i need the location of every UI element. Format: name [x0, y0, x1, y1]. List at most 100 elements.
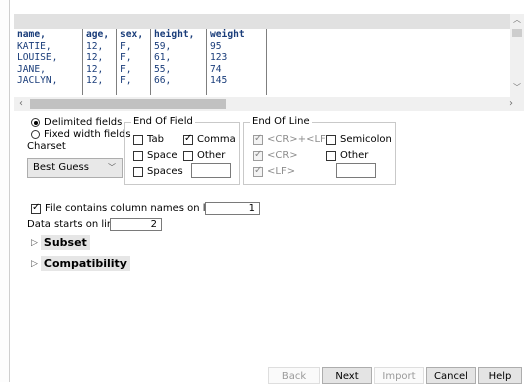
- preview-cell: F,: [120, 52, 132, 63]
- scroll-up-icon[interactable]: ︿: [510, 14, 524, 26]
- other-field-checkbox[interactable]: Other: [183, 150, 225, 161]
- preview-cell: 55,: [154, 63, 172, 75]
- preview-cell: F,: [120, 63, 132, 75]
- spaces-checkbox[interactable]: Spaces: [133, 166, 183, 177]
- preview-cell: 66,: [154, 75, 172, 86]
- preview-column: age, 12, 12, 12, 12,: [82, 29, 116, 95]
- preview-cell: JACLYN,: [17, 75, 58, 86]
- horizontal-scroll-thumb[interactable]: [30, 99, 226, 109]
- preview-cell: 12,: [86, 63, 104, 75]
- checkbox-checked-icon: [183, 133, 193, 145]
- cancel-button[interactable]: Cancel: [426, 367, 476, 384]
- data-preview-grid: name, KATIE, LOUISE, JANE, JACLYN, age, …: [14, 29, 510, 95]
- fixed-width-radio[interactable]: Fixed width fields: [31, 129, 131, 140]
- tab-checkbox[interactable]: Tab: [133, 134, 164, 145]
- preview-cell: JANE,: [17, 63, 46, 75]
- column-names-label: File contains column names on line:: [45, 203, 225, 214]
- comma-checkbox[interactable]: Comma: [183, 133, 236, 145]
- radio-unselected-icon: [31, 130, 40, 139]
- preview-cell: height,: [154, 29, 195, 40]
- space-label: Space: [147, 150, 178, 161]
- delimited-fields-radio[interactable]: Delimited fields: [31, 117, 122, 128]
- radio-selected-icon: [31, 118, 40, 127]
- preview-cell: 95: [210, 40, 222, 52]
- other-field-label: Other: [197, 150, 226, 161]
- charset-select[interactable]: Best Guess ﹀: [27, 158, 123, 178]
- scroll-right-icon[interactable]: ›: [504, 97, 518, 111]
- end-of-line-title: End Of Line: [250, 116, 312, 127]
- tab-label: Tab: [147, 134, 164, 145]
- lf-checkbox[interactable]: <LF>: [253, 165, 296, 177]
- checkbox-unchecked-icon: [183, 150, 193, 161]
- chevron-down-icon: ﹀: [108, 163, 116, 172]
- checkbox-unchecked-icon: [133, 166, 143, 177]
- other-line-checkbox[interactable]: Other: [326, 150, 368, 161]
- crlf-checkbox[interactable]: <CR>+<LF>: [253, 133, 335, 145]
- scroll-left-icon[interactable]: ‹: [14, 97, 28, 111]
- semicolon-checkbox[interactable]: Semicolon: [326, 134, 392, 145]
- checkbox-unchecked-icon: [326, 150, 336, 161]
- preview-cell: name,: [17, 29, 46, 40]
- checkbox-unchecked-icon: [133, 150, 143, 161]
- charset-label: Charset: [27, 141, 66, 152]
- preview-column: name, KATIE, LOUISE, JANE, JACLYN,: [14, 29, 82, 95]
- cr-checkbox[interactable]: <CR>: [253, 149, 298, 161]
- comma-label: Comma: [197, 134, 236, 145]
- subset-section-toggle[interactable]: ▷ Subset: [31, 235, 90, 250]
- cr-label: <CR>: [267, 150, 298, 161]
- preview-cell: weight: [210, 29, 245, 40]
- expand-triangle-icon: ▷: [31, 237, 38, 248]
- space-checkbox[interactable]: Space: [133, 150, 177, 161]
- charset-value: Best Guess: [33, 162, 89, 173]
- preview-column: sex, F, F, F, F,: [116, 29, 150, 95]
- preview-cell: 12,: [86, 75, 104, 86]
- semicolon-label: Semicolon: [340, 134, 392, 145]
- column-divider: [266, 29, 267, 95]
- delimited-fields-label: Delimited fields: [44, 117, 123, 128]
- fixed-width-label: Fixed width fields: [44, 129, 131, 140]
- checkbox-unchecked-icon: [133, 134, 143, 145]
- vertical-scroll-thumb[interactable]: [512, 29, 522, 37]
- preview-column: weight 95 123 74 145: [206, 29, 266, 95]
- subset-section-title: Subset: [40, 235, 90, 250]
- checkbox-checked-icon: [253, 133, 263, 145]
- column-names-checkbox[interactable]: File contains column names on line:: [31, 202, 225, 214]
- other-field-input[interactable]: [191, 163, 231, 178]
- preview-header-bar: [14, 14, 510, 29]
- checkbox-unchecked-icon: [326, 134, 336, 145]
- import-button[interactable]: Import: [374, 367, 424, 384]
- preview-cell: F,: [120, 40, 132, 52]
- preview-cell: 145: [210, 75, 228, 86]
- preview-cell: sex,: [120, 29, 144, 40]
- other-line-label: Other: [340, 150, 369, 161]
- next-button[interactable]: Next: [322, 367, 372, 384]
- checkbox-checked-icon: [31, 202, 41, 214]
- window-edge: [0, 0, 10, 382]
- preview-column: height, 59, 61, 55, 66,: [150, 29, 206, 95]
- other-line-input[interactable]: [336, 163, 376, 178]
- preview-cell: 12,: [86, 40, 104, 52]
- column-names-line-input[interactable]: 1: [205, 202, 260, 215]
- preview-cell: 123: [210, 52, 228, 63]
- preview-cell: F,: [120, 75, 132, 86]
- data-starts-line-input[interactable]: 2: [110, 218, 162, 231]
- preview-cell: KATIE,: [17, 40, 52, 52]
- checkbox-checked-icon: [253, 149, 263, 161]
- crlf-label: <CR>+<LF>: [267, 134, 335, 145]
- data-starts-label: Data starts on line:: [27, 219, 123, 230]
- scroll-down-icon[interactable]: ﹀: [510, 82, 524, 94]
- expand-triangle-icon: ▷: [31, 258, 38, 269]
- help-button[interactable]: Help: [478, 367, 522, 384]
- preview-cell: LOUISE,: [17, 52, 58, 63]
- compatibility-section-toggle[interactable]: ▷ Compatibility: [31, 256, 130, 271]
- lf-label: <LF>: [267, 166, 296, 177]
- preview-cell: 74: [210, 63, 222, 75]
- preview-cell: 12,: [86, 52, 104, 63]
- preview-cell: 59,: [154, 40, 172, 52]
- end-of-field-title: End Of Field: [131, 116, 195, 127]
- preview-cell: age,: [86, 29, 110, 40]
- back-button[interactable]: Back: [268, 367, 320, 384]
- checkbox-checked-icon: [253, 165, 263, 177]
- compatibility-section-title: Compatibility: [40, 256, 130, 271]
- spaces-label: Spaces: [147, 166, 183, 177]
